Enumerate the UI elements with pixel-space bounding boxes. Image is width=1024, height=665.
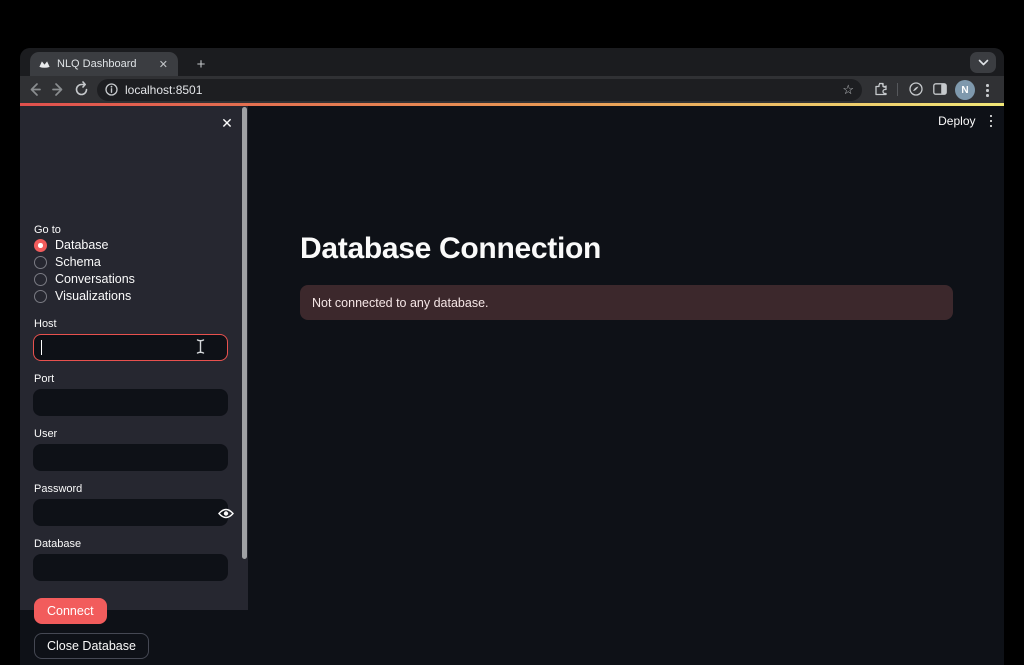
- reload-icon[interactable]: [73, 81, 90, 98]
- tab-title: NLQ Dashboard: [57, 58, 137, 70]
- streamlit-favicon: [39, 60, 50, 68]
- new-tab-button[interactable]: +: [190, 53, 212, 75]
- password-label: Password: [34, 483, 83, 495]
- radio-selected-icon: [34, 238, 47, 252]
- streamlit-app: Deploy ✕ Go to Database Schema Conversat…: [20, 106, 1004, 665]
- browser-tab[interactable]: NLQ Dashboard ✕: [30, 52, 178, 76]
- desktop: NLQ Dashboard ✕ + localhost:8501 ☆ N Dep…: [0, 0, 1024, 665]
- tab-close-icon[interactable]: ✕: [157, 58, 170, 71]
- host-label: Host: [34, 318, 57, 330]
- tab-strip: NLQ Dashboard ✕ +: [20, 48, 1004, 76]
- radio-unselected-icon: [34, 272, 47, 286]
- privacy-badge-icon[interactable]: [908, 81, 924, 97]
- user-input[interactable]: [33, 444, 228, 471]
- eye-icon: [218, 508, 234, 518]
- port-label: Port: [34, 373, 55, 385]
- ibeam-cursor: [196, 339, 205, 354]
- deploy-button[interactable]: Deploy: [938, 114, 975, 128]
- browser-menu-icon[interactable]: [986, 84, 989, 97]
- bookmark-star-icon[interactable]: ☆: [842, 83, 854, 96]
- sidebar: ✕ Go to Database Schema Conversations Vi…: [20, 106, 248, 659]
- connect-button[interactable]: Connect: [34, 598, 107, 624]
- error-message: Not connected to any database.: [312, 295, 489, 310]
- side-panel-icon[interactable]: [932, 81, 948, 97]
- radio-option-database[interactable]: Database: [34, 238, 135, 252]
- extensions-icon[interactable]: [873, 81, 889, 97]
- browser-toolbar: localhost:8501 ☆ N: [20, 76, 1004, 103]
- radio-option-conversations[interactable]: Conversations: [34, 272, 135, 286]
- sidebar-scrollbar[interactable]: [242, 107, 247, 559]
- page-title: Database Connection: [300, 232, 602, 265]
- profile-avatar[interactable]: N: [955, 80, 975, 100]
- chevron-down-icon: [978, 59, 988, 66]
- user-label: User: [34, 428, 58, 440]
- radio-unselected-icon: [34, 255, 47, 269]
- back-icon[interactable]: [26, 81, 43, 98]
- radio-option-schema[interactable]: Schema: [34, 255, 135, 269]
- password-input[interactable]: [33, 499, 228, 526]
- database-label: Database: [34, 538, 82, 550]
- password-visibility-toggle[interactable]: [216, 505, 236, 521]
- radio-option-visualizations[interactable]: Visualizations: [34, 289, 135, 303]
- radio-unselected-icon: [34, 289, 47, 303]
- toolbar-separator: [897, 83, 898, 96]
- sidebar-close-icon[interactable]: ✕: [218, 114, 236, 132]
- site-info-icon[interactable]: [105, 83, 118, 96]
- forward-icon[interactable]: [50, 81, 67, 98]
- nav-radio-group: Database Schema Conversations Visualizat…: [34, 238, 135, 303]
- port-input[interactable]: [33, 389, 228, 416]
- database-input[interactable]: [33, 554, 228, 581]
- nav-group-label: Go to: [34, 224, 61, 236]
- error-alert: Not connected to any database.: [300, 285, 953, 320]
- text-caret: [41, 340, 42, 355]
- app-header: Deploy: [938, 114, 992, 128]
- browser-window: NLQ Dashboard ✕ + localhost:8501 ☆ N Dep…: [20, 48, 1004, 665]
- app-menu-icon[interactable]: [989, 114, 992, 128]
- address-bar[interactable]: localhost:8501 ☆: [97, 78, 862, 101]
- url-text: localhost:8501: [125, 82, 203, 97]
- close-database-button[interactable]: Close Database: [34, 633, 149, 659]
- window-chevron-button[interactable]: [970, 52, 996, 73]
